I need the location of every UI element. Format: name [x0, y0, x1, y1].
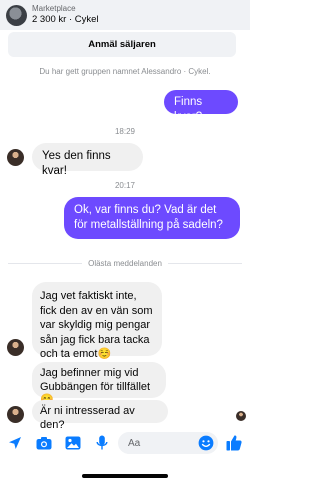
- avatar[interactable]: [7, 406, 24, 423]
- location-arrow-icon[interactable]: [8, 436, 22, 455]
- avatar[interactable]: [7, 339, 24, 356]
- message-bubble-incoming[interactable]: Är ni intresserad av den?: [32, 400, 168, 431]
- report-seller-label: Anmäl säljaren: [88, 39, 156, 50]
- camera-icon[interactable]: [36, 436, 52, 455]
- marketplace-header[interactable]: Marketplace 2 300 kr · Cykel: [0, 0, 250, 30]
- message-input[interactable]: [128, 436, 190, 450]
- report-seller-button[interactable]: Anmäl säljaren: [8, 32, 236, 57]
- timestamp: 20:17: [114, 181, 136, 190]
- divider-line: [167, 262, 243, 264]
- gallery-icon[interactable]: [65, 436, 81, 455]
- timestamp: 18:29: [114, 127, 136, 136]
- read-receipt-avatar: [236, 411, 246, 421]
- message-bubble-outgoing[interactable]: Ok, var finns du? Vad är det för metalls…: [64, 197, 240, 239]
- divider-line: [8, 262, 83, 264]
- thumbs-up-icon[interactable]: [226, 434, 242, 456]
- avatar[interactable]: [7, 149, 24, 166]
- system-note: Du har gett gruppen namnet Alessandro · …: [39, 67, 211, 76]
- message-composer: [0, 427, 250, 459]
- message-input-field[interactable]: [118, 432, 218, 454]
- header-subtitle: Marketplace: [32, 4, 76, 13]
- microphone-icon[interactable]: [96, 435, 108, 456]
- message-bubble-incoming[interactable]: Jag befinner mig vid Gubbängen för tillf…: [32, 362, 166, 406]
- item-thumbnail[interactable]: [6, 5, 27, 26]
- unread-divider: Olästa meddelanden: [8, 258, 243, 268]
- message-bubble-incoming[interactable]: Yes den finns kvar!: [32, 143, 143, 177]
- unread-divider-label: Olästa meddelanden: [88, 258, 162, 268]
- message-bubble-outgoing[interactable]: Finns kvar?: [164, 90, 238, 123]
- home-indicator: [82, 474, 168, 478]
- header-title: 2 300 kr · Cykel: [32, 14, 99, 25]
- emoji-icon[interactable]: [198, 435, 214, 456]
- message-bubble-incoming[interactable]: Jag vet faktiskt inte, fick den av en vä…: [32, 282, 162, 360]
